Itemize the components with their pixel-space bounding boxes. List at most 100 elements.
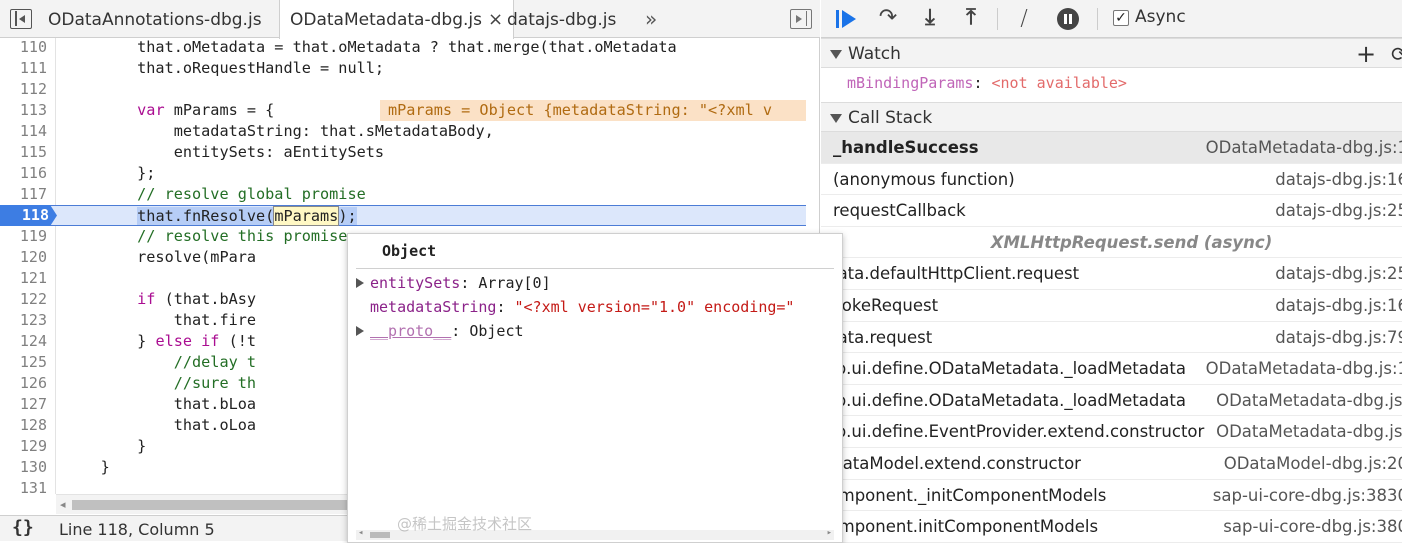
popover-property[interactable]: __proto__: Object [356, 320, 524, 342]
popover-property[interactable]: entitySets: Array[0] [356, 272, 551, 294]
toggle-debugger-icon[interactable] [790, 9, 812, 29]
scroll-left-icon[interactable]: ◂ [358, 528, 363, 538]
step-into-icon[interactable]: ⤓ [917, 7, 943, 31]
call-frame[interactable]: sap.ui.define.EventProvider.extend.const… [821, 416, 1402, 448]
frame-location[interactable]: sap-ui-core-dbg.js:380 [1223, 511, 1402, 542]
code-line[interactable]: 117 // resolve global promise [0, 184, 806, 205]
line-number[interactable]: 113 [0, 100, 47, 121]
line-number[interactable]: 128 [0, 415, 47, 436]
property-key: __proto__ [370, 322, 452, 340]
tab-odata-metadata[interactable]: ODataMetadata-dbg.js × [279, 0, 515, 39]
frame-location[interactable]: datajs-dbg.js:16 [1275, 164, 1402, 195]
line-number[interactable]: 127 [0, 394, 47, 415]
object-preview-popover[interactable]: Object entitySets: Array[0] metadataStrin… [347, 233, 843, 543]
popover-scrollbar-thumb[interactable] [370, 532, 390, 538]
line-number[interactable]: 116 [0, 163, 47, 184]
frame-location[interactable]: datajs-dbg.js:25 [1275, 195, 1402, 226]
call-frame[interactable]: _handleSuccess ODataMetadata-dbg.js:1 [821, 132, 1402, 164]
deactivate-breakpoints-icon[interactable]: ⧸ [1011, 7, 1037, 31]
call-frame[interactable]: odata.defaultHttpClient.request datajs-db… [821, 258, 1402, 290]
code-line[interactable]: 114 metadataString: that.sMetadataBody, [0, 121, 806, 142]
step-out-icon[interactable]: ⤒ [958, 7, 984, 31]
call-frame[interactable]: (anonymous function) datajs-dbg.js:16 [821, 164, 1402, 196]
watch-section-header[interactable]: Watch + ⟳ [821, 38, 1402, 68]
call-frame[interactable]: Component._initComponentModels sap-ui-cor… [821, 480, 1402, 512]
property-key: entitySets [370, 274, 461, 292]
frame-location[interactable]: ODataModel-dbg.js:20 [1224, 448, 1402, 479]
line-number[interactable]: 112 [0, 79, 47, 100]
toggle-navigator-icon[interactable] [10, 9, 32, 29]
async-label[interactable]: Async [1135, 7, 1186, 27]
call-stack-section-header[interactable]: Call Stack [821, 102, 1402, 132]
call-frame[interactable]: ODataModel.extend.constructor ODataModel-… [821, 448, 1402, 480]
line-number[interactable]: 125 [0, 352, 47, 373]
hovered-variable[interactable]: mParams [273, 206, 340, 226]
expand-arrow-icon[interactable] [356, 278, 364, 288]
line-number[interactable]: 130 [0, 457, 47, 478]
code-line[interactable]: 113 var mParams = {mParams = Object {met… [0, 100, 806, 121]
call-frame[interactable]: Component.initComponentModels sap-ui-core… [821, 511, 1402, 543]
line-number[interactable]: 129 [0, 436, 47, 457]
call-frame[interactable]: sap.ui.define.ODataMetadata._loadMetadat… [821, 385, 1402, 417]
pretty-print-icon[interactable]: {} [12, 517, 34, 538]
refresh-watch-icon[interactable]: ⟳ [1391, 42, 1402, 66]
add-watch-icon[interactable]: + [1356, 40, 1376, 68]
frame-location[interactable]: ODataMetadata-dbg.js:1 [1206, 132, 1402, 163]
line-number[interactable]: 123 [0, 310, 47, 331]
step-over-icon[interactable]: ↷ [875, 7, 901, 31]
frame-function: requestCallback [833, 201, 966, 221]
resume-icon[interactable] [833, 7, 859, 31]
frame-location[interactable]: datajs-dbg.js:79 [1275, 322, 1402, 353]
line-number[interactable]: 119 [0, 226, 47, 247]
code-line[interactable]: 111 that.oRequestHandle = null; [0, 58, 806, 79]
scroll-right-icon[interactable]: ▸ [827, 528, 832, 538]
async-checkbox[interactable]: ✓ [1113, 10, 1129, 26]
tab-odata-annotations[interactable]: OData­Annotations-dbg.js [38, 0, 272, 38]
line-number[interactable]: 111 [0, 58, 47, 79]
call-frame[interactable]: requestCallback datajs-dbg.js:25 [821, 195, 1402, 227]
line-number[interactable]: 117 [0, 184, 47, 205]
scroll-left-icon[interactable]: ◂ [60, 498, 66, 511]
watch-title: Watch [848, 44, 901, 64]
frame-location[interactable]: ODataMetadata-dbg.js:1 [1206, 353, 1402, 384]
frame-location[interactable]: ODataMetadata-dbg.js: [1216, 385, 1402, 416]
line-number[interactable]: 115 [0, 142, 47, 163]
line-number[interactable]: 122 [0, 289, 47, 310]
horizontal-scrollbar-thumb[interactable] [72, 500, 348, 510]
frame-location[interactable]: datajs-dbg.js:25 [1275, 258, 1402, 289]
call-frame[interactable]: odata.request datajs-dbg.js:79 [821, 322, 1402, 354]
line-number[interactable]: 121 [0, 268, 47, 289]
collapse-watch-icon[interactable] [830, 50, 842, 59]
expand-arrow-icon[interactable] [356, 326, 364, 336]
code-line[interactable]: 112 [0, 79, 806, 100]
pause-on-exceptions-icon[interactable] [1055, 7, 1081, 31]
line-number[interactable]: 131 [0, 478, 47, 494]
tab-datajs[interactable]: datajs-dbg.js [497, 0, 626, 38]
breakpoint-marker[interactable]: 118 [0, 205, 57, 226]
watch-item[interactable]: mBindingParams: <not available> [821, 69, 1402, 97]
horizontal-scrollbar[interactable]: ◂ [56, 494, 348, 514]
line-number[interactable]: 126 [0, 373, 47, 394]
popover-property[interactable]: metadataString: "<?xml version="1.0" enc… [356, 296, 794, 318]
line-number[interactable]: 114 [0, 121, 47, 142]
tab-label: ODataMetadata-dbg.js [290, 10, 482, 30]
code-line[interactable]: 116 }; [0, 163, 806, 184]
frame-location[interactable]: ODataMetadata-dbg.js: [1216, 416, 1402, 447]
line-number[interactable]: 120 [0, 247, 47, 268]
line-number[interactable]: 124 [0, 331, 47, 352]
call-frame[interactable]: invokeRequest datajs-dbg.js:16 [821, 290, 1402, 322]
code-line[interactable]: 115 entitySets: aEntitySets [0, 142, 806, 163]
watch-value: <not available> [991, 74, 1127, 92]
code-line[interactable]: 110 that.oMetadata = that.oMetadata ? th… [0, 38, 806, 58]
code-text: that.oLoa [64, 415, 256, 436]
collapse-call-stack-icon[interactable] [830, 114, 842, 123]
call-frame[interactable]: sap.ui.define.ODataMetadata._loadMetadat… [821, 353, 1402, 385]
frame-location[interactable]: sap-ui-core-dbg.js:3830 [1213, 480, 1402, 511]
frame-location[interactable]: datajs-dbg.js:16 [1275, 290, 1402, 321]
more-tabs-icon[interactable]: » [645, 0, 657, 38]
line-number[interactable]: 110 [0, 38, 47, 58]
code-comment: // resolve global promise [64, 185, 366, 203]
code-line[interactable]: 118 that.fnResolve(mParams); [0, 205, 806, 226]
